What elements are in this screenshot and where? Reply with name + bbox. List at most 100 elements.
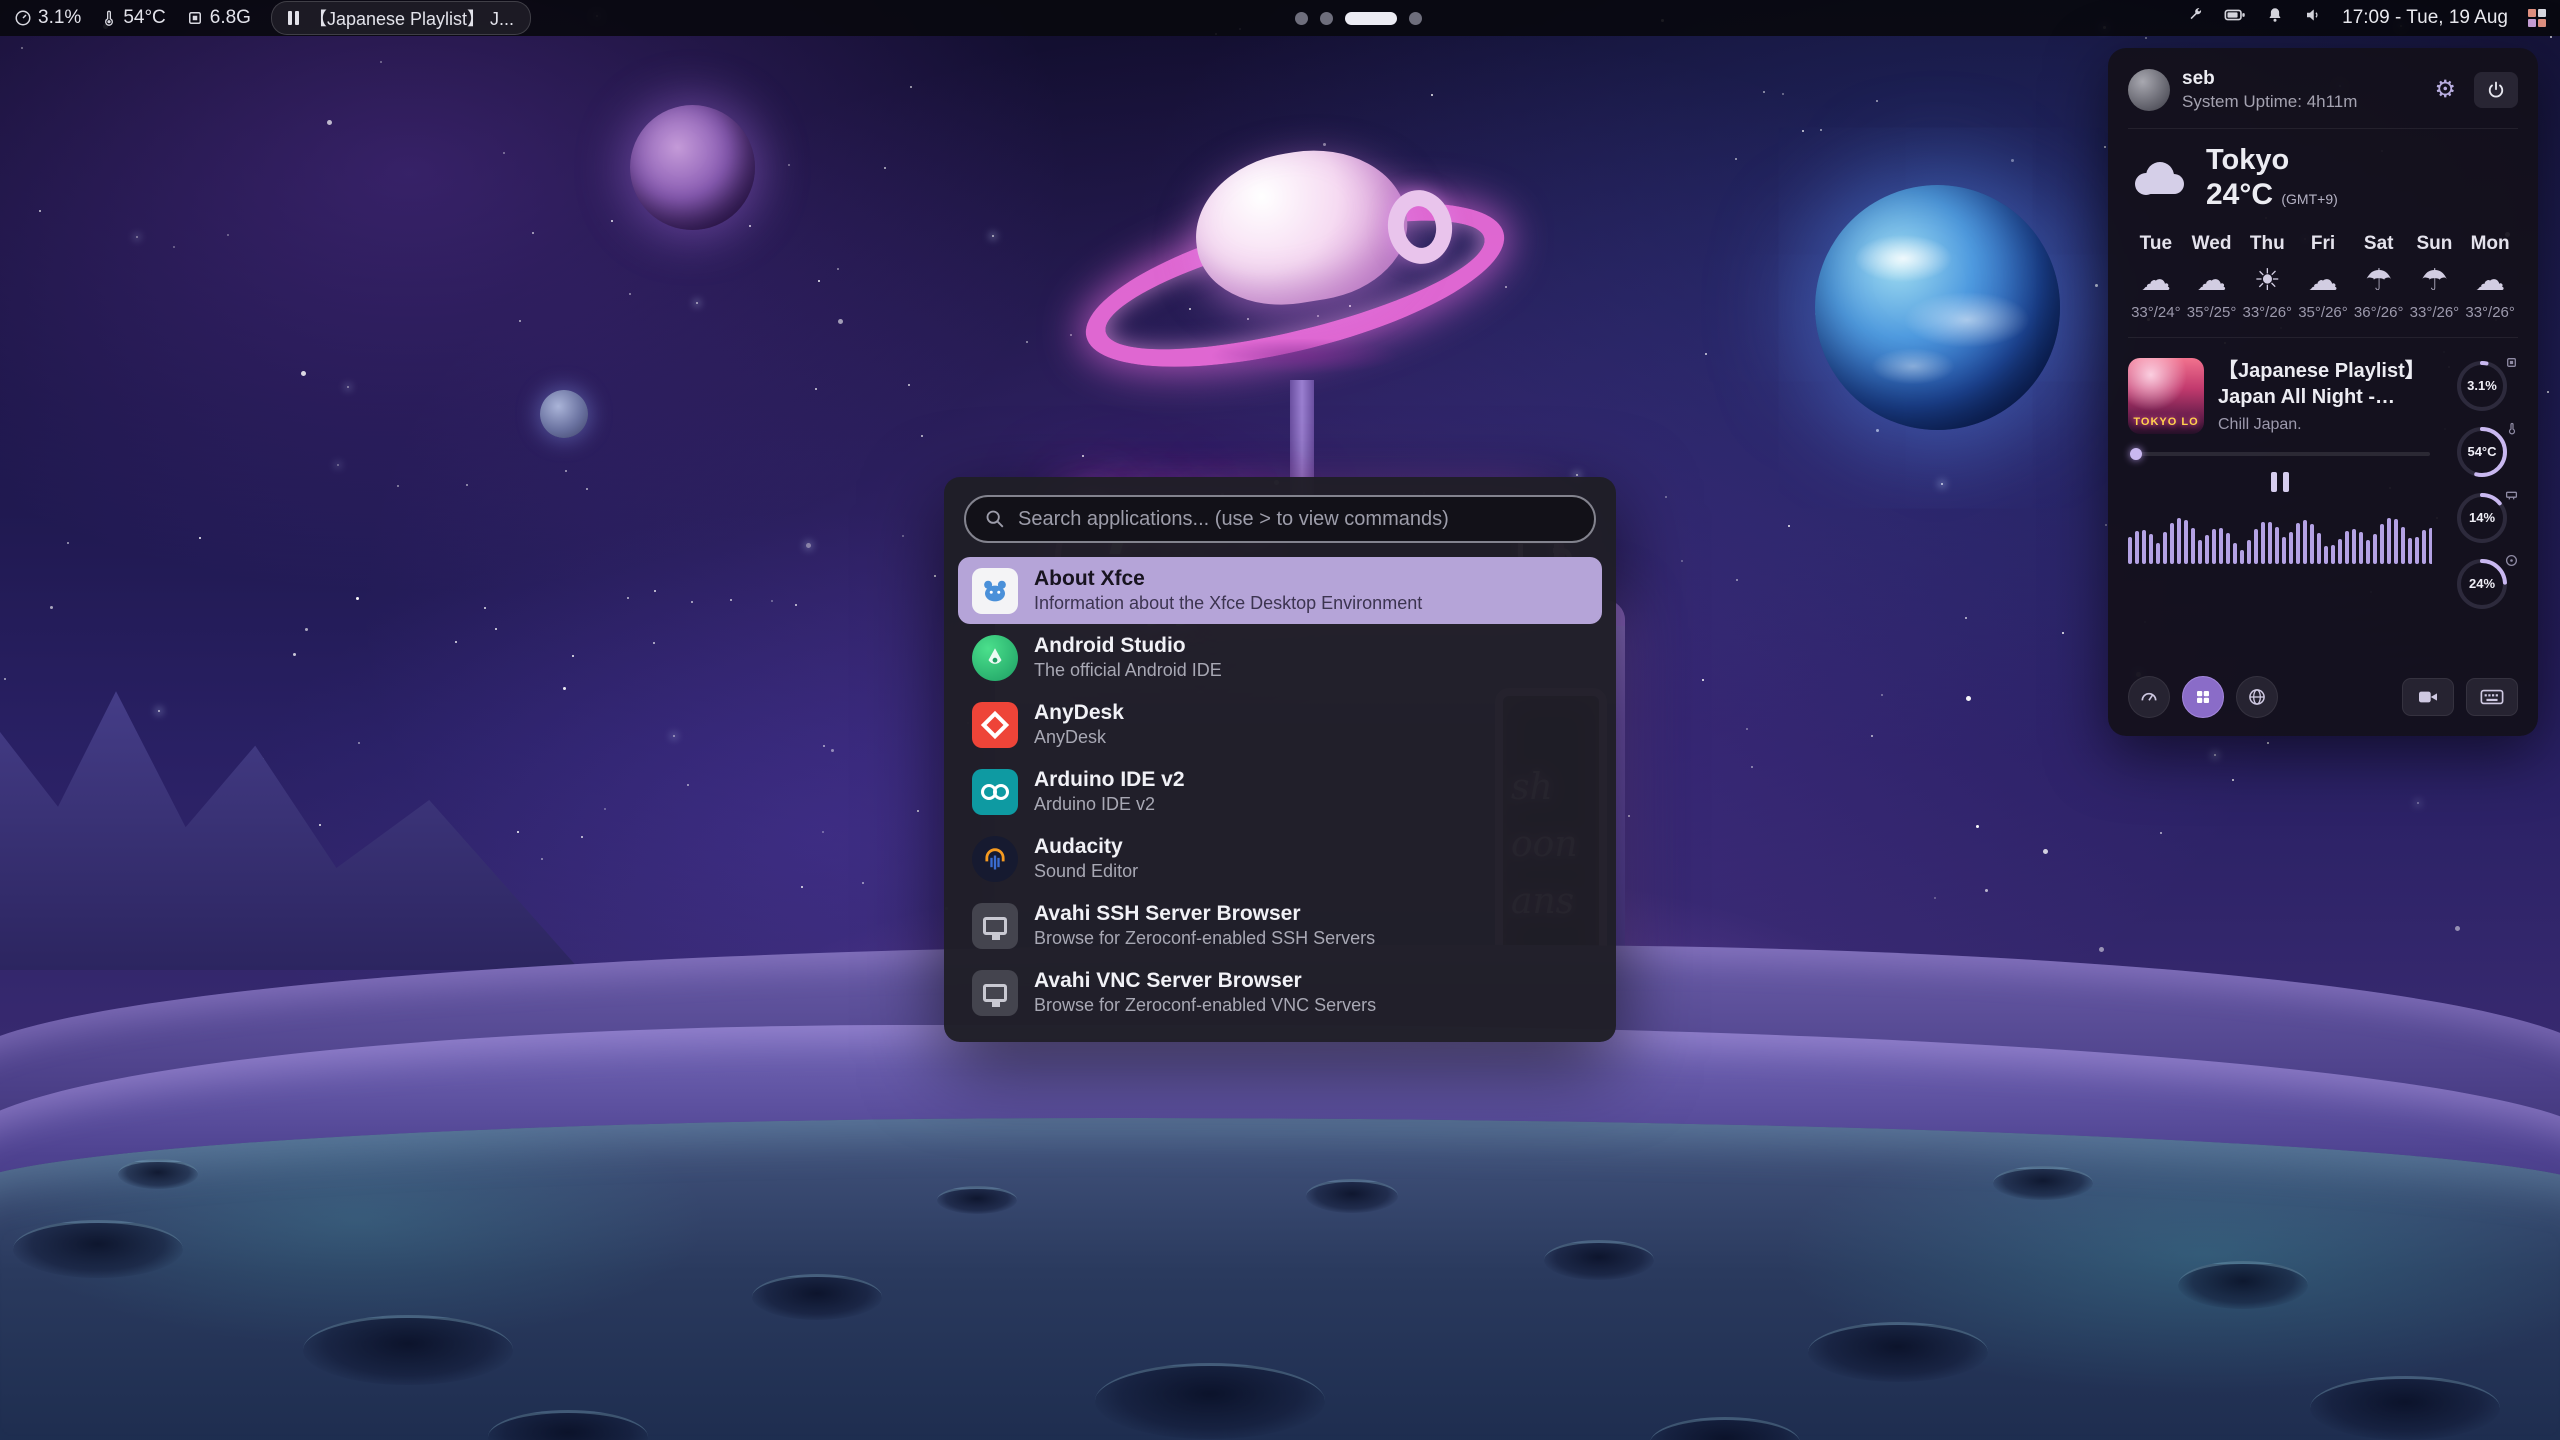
launcher-item-arduino[interactable]: Arduino IDE v2Arduino IDE v2 — [958, 758, 1602, 825]
desktop: sh oon ans Space Coffee 3.1% — [0, 0, 2560, 1440]
app-desc: The official Android IDE — [1034, 659, 1222, 682]
xfce-icon — [972, 568, 1018, 614]
weather-icon: ☂ — [2351, 263, 2407, 298]
power-button[interactable] — [2474, 72, 2518, 108]
forecast-day-tue: Tue☁33°/24° — [2128, 233, 2184, 321]
speedometer-icon — [2139, 687, 2159, 707]
album-art-label: TOKYO LO — [2128, 416, 2204, 428]
system-uptime: System Uptime: 4h11m — [2182, 92, 2357, 112]
network-button[interactable] — [2236, 676, 2278, 718]
temperature-stat[interactable]: 54°C — [101, 7, 165, 29]
media-player-widget: TOKYO LO 【Japanese Playlist】 Japan All N… — [2128, 358, 2518, 612]
apps-grid-icon[interactable] — [2528, 9, 2546, 27]
divider — [2128, 337, 2518, 338]
temperature-icon — [101, 9, 117, 27]
weather-icon: ☁ — [2128, 263, 2184, 298]
cpu-icon — [14, 9, 32, 27]
search-input[interactable] — [1018, 508, 1576, 531]
app-launcher: About XfceInformation about the Xfce Des… — [944, 477, 1616, 1042]
weather-temp: 24°C — [2206, 178, 2273, 211]
screen-record-button[interactable] — [2402, 678, 2454, 716]
anydesk-icon — [972, 702, 1018, 748]
app-name: Arduino IDE v2 — [1034, 767, 1185, 793]
forecast-day-fri: Fri☁35°/26° — [2295, 233, 2351, 321]
app-name: Avahi SSH Server Browser — [1034, 901, 1375, 927]
app-name: AnyDesk — [1034, 700, 1124, 726]
widgets-button[interactable] — [2182, 676, 2224, 718]
user-avatar[interactable] — [2128, 69, 2170, 111]
weather-city: Tokyo — [2206, 145, 2338, 177]
workspace-dot[interactable] — [1320, 12, 1333, 25]
small-moon — [540, 390, 588, 438]
forecast-day-thu: Thu☀33°/26° — [2239, 233, 2295, 321]
weather-widget[interactable]: Tokyo 24°C (GMT+9) — [2128, 145, 2518, 213]
media-title: 【Japanese Playlist】 Japan All Night - To… — [2218, 358, 2432, 410]
launcher-item-about-xfce[interactable]: About XfceInformation about the Xfce Des… — [958, 557, 1602, 624]
avahi-ssh-icon — [972, 903, 1018, 949]
album-art[interactable]: TOKYO LO — [2128, 358, 2204, 434]
notifications-bell-icon[interactable] — [2266, 6, 2284, 30]
app-name: About Xfce — [1034, 566, 1422, 592]
weather-icon: ☀ — [2239, 263, 2295, 298]
workspace-dot[interactable] — [1409, 12, 1422, 25]
gauge-cpu: 3.1% — [2454, 358, 2510, 414]
forecast-day-sun: Sun☂33°/26° — [2407, 233, 2463, 321]
launcher-item-android-studio[interactable]: Android StudioThe official Android IDE — [958, 624, 1602, 691]
workspace-active[interactable] — [1345, 12, 1397, 25]
planet-earth — [1815, 185, 2060, 430]
topbar-media-label: 【Japanese Playlist】 J... — [309, 5, 514, 31]
memory-icon — [2505, 488, 2518, 501]
media-progress-bar[interactable] — [2130, 452, 2430, 456]
gear-icon: ⚙ — [2434, 78, 2456, 102]
app-desc: Sound Editor — [1034, 860, 1138, 883]
globe-icon — [2247, 687, 2267, 707]
grid-icon — [2194, 688, 2212, 706]
weather-timezone: (GMT+9) — [2281, 191, 2337, 207]
gauge-temperature: 54°C — [2454, 424, 2510, 480]
launcher-item-avahi-vnc[interactable]: Avahi VNC Server BrowserBrowse for Zeroc… — [958, 959, 1602, 1026]
system-gauges: 3.1% 54°C 14% 24% — [2446, 358, 2518, 612]
keyboard-icon — [2480, 688, 2504, 706]
progress-handle[interactable] — [2130, 448, 2142, 460]
cup-shadow — [1210, 338, 1400, 374]
user-name: seb — [2182, 68, 2357, 90]
launcher-item-avahi-ssh[interactable]: Avahi SSH Server BrowserBrowse for Zeroc… — [958, 892, 1602, 959]
launcher-searchbar[interactable] — [964, 495, 1596, 543]
moon-surface-foreground — [0, 1118, 2560, 1440]
video-camera-icon — [2417, 688, 2439, 706]
user-section: seb System Uptime: 4h11m ⚙ — [2128, 68, 2518, 112]
app-desc: AnyDesk — [1034, 726, 1124, 749]
memory-icon — [186, 9, 204, 27]
temperature-icon — [2506, 422, 2518, 435]
app-desc: Arduino IDE v2 — [1034, 793, 1185, 816]
tools-icon[interactable] — [2186, 6, 2204, 30]
power-icon — [2486, 80, 2506, 100]
launcher-item-audacity[interactable]: AudacitySound Editor — [958, 825, 1602, 892]
cpu-stat[interactable]: 3.1% — [14, 7, 81, 29]
launcher-item-anydesk[interactable]: AnyDeskAnyDesk — [958, 691, 1602, 758]
app-desc: Browse for Zeroconf-enabled VNC Servers — [1034, 994, 1376, 1017]
topbar-media-widget[interactable]: 【Japanese Playlist】 J... — [271, 1, 531, 35]
audio-visualizer — [2128, 506, 2432, 564]
clock[interactable]: 17:09 - Tue, 19 Aug — [2342, 7, 2508, 29]
app-list: About XfceInformation about the Xfce Des… — [958, 557, 1602, 1026]
dashboard-button[interactable] — [2128, 676, 2170, 718]
avahi-vnc-icon — [972, 970, 1018, 1016]
keyboard-button[interactable] — [2466, 678, 2518, 716]
weather-icon: ☁ — [2462, 263, 2518, 298]
search-icon — [984, 508, 1006, 530]
weather-forecast: Tue☁33°/24° Wed☁35°/25° Thu☀33°/26° Fri☁… — [2128, 233, 2518, 321]
weather-icon: ☁ — [2295, 263, 2351, 298]
weather-icon: ☁ — [2184, 263, 2240, 298]
forecast-day-sat: Sat☂36°/26° — [2351, 233, 2407, 321]
temperature-value: 54°C — [123, 7, 165, 29]
app-desc: Browse for Zeroconf-enabled SSH Servers — [1034, 927, 1375, 950]
volume-icon[interactable] — [2304, 6, 2322, 30]
battery-icon[interactable] — [2224, 6, 2246, 30]
memory-stat[interactable]: 6.8G — [186, 7, 251, 29]
settings-button[interactable]: ⚙ — [2428, 72, 2462, 108]
media-subtitle: Chill Japan. — [2218, 416, 2432, 434]
pause-button[interactable] — [2261, 466, 2299, 498]
workspace-dot[interactable] — [1295, 12, 1308, 25]
topbar: 3.1% 54°C 6.8G 【Japanese Playlist】 J... — [0, 0, 2560, 36]
